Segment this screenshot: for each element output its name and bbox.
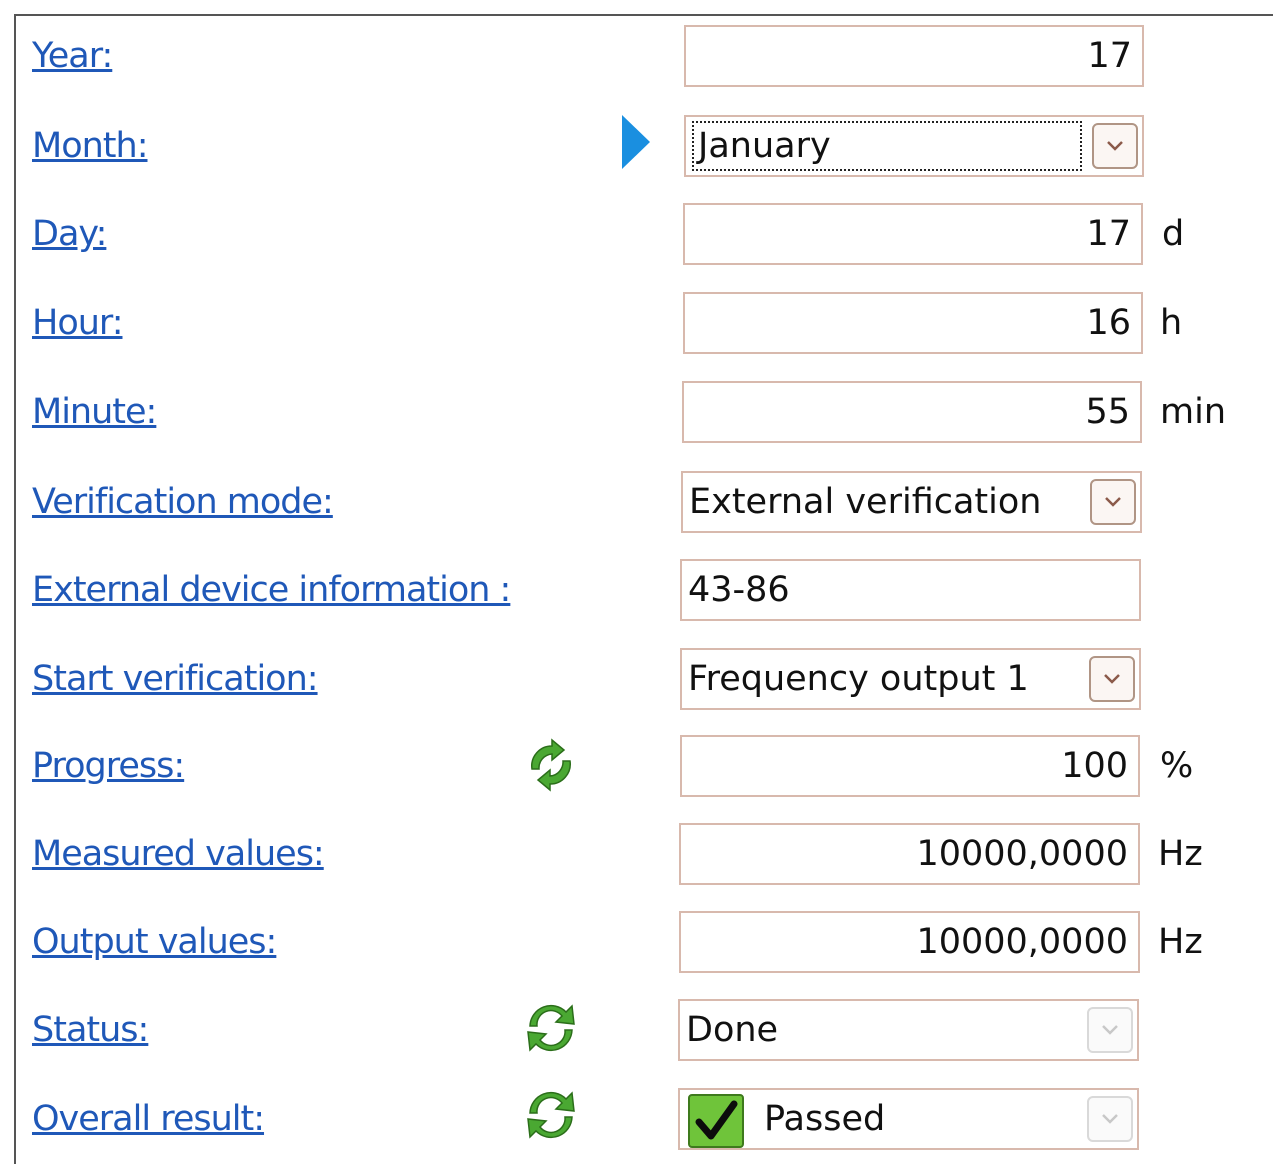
chevron-down-icon[interactable] [1090,479,1136,525]
row-status: Status: Done [0,996,1273,1064]
hour-label[interactable]: Hour: [32,303,123,343]
row-overall-result: Overall result: Passed [0,1085,1273,1153]
minute-label[interactable]: Minute: [32,392,157,432]
day-value: 17 [1086,214,1131,254]
month-select[interactable]: January [684,115,1144,177]
year-field[interactable]: 17 [684,25,1144,87]
start-verification-label[interactable]: Start verification: [32,659,319,699]
external-device-value: 43-86 [688,570,790,610]
progress-value: 100 [1061,746,1128,786]
refresh-icon[interactable] [522,998,580,1056]
month-label[interactable]: Month: [32,126,148,166]
status-value: Done [686,1010,779,1050]
day-field[interactable]: 17 [683,203,1143,265]
progress-label[interactable]: Progress: [32,746,185,786]
row-output-values: Output values: 10000,0000 Hz [0,908,1273,976]
row-external-device: External device information : 43-86 [0,556,1273,624]
row-minute: Minute: 55 min [0,378,1273,446]
start-verification-select[interactable]: Frequency output 1 [680,648,1141,710]
row-measured-values: Measured values: 10000,0000 Hz [0,820,1273,888]
year-label[interactable]: Year: [32,36,113,76]
measured-values-field[interactable]: 10000,0000 [679,823,1140,885]
overall-result-select: Passed [678,1088,1139,1150]
external-device-field[interactable]: 43-86 [680,559,1141,621]
row-start-verification: Start verification: Frequency output 1 [0,645,1273,713]
minute-unit: min [1160,392,1227,432]
verification-mode-select[interactable]: External verification [681,471,1142,533]
refresh-icon[interactable] [522,736,580,794]
status-label[interactable]: Status: [32,1010,149,1050]
row-progress: Progress: 100 % [0,732,1273,800]
verification-mode-value: External verification [689,482,1042,522]
chevron-down-icon [1087,1096,1133,1142]
day-unit: d [1162,214,1185,254]
measured-values-unit: Hz [1158,834,1203,874]
refresh-icon[interactable] [522,1085,580,1143]
start-verification-value: Frequency output 1 [688,659,1029,699]
hour-value: 16 [1086,303,1131,343]
output-values-label[interactable]: Output values: [32,922,277,962]
year-value: 17 [1087,36,1132,76]
overall-result-label[interactable]: Overall result: [32,1099,265,1139]
minute-value: 55 [1085,392,1130,432]
minute-field[interactable]: 55 [682,381,1142,443]
output-values-field[interactable]: 10000,0000 [679,911,1140,973]
row-verification-mode: Verification mode: External verification [0,468,1273,536]
verification-mode-label[interactable]: Verification mode: [32,482,334,522]
overall-result-value: Passed [764,1099,886,1139]
progress-field[interactable]: 100 [680,735,1140,797]
checkmark-icon [688,1094,744,1148]
status-select: Done [678,999,1139,1061]
progress-unit: % [1160,746,1194,786]
row-month: Month: January [0,112,1273,180]
external-device-label[interactable]: External device information : [32,570,511,610]
chevron-down-icon [1087,1007,1133,1053]
hour-unit: h [1160,303,1183,343]
output-values-unit: Hz [1158,922,1203,962]
measured-values-value: 10000,0000 [916,834,1128,874]
chevron-down-icon[interactable] [1092,123,1138,169]
chevron-down-icon[interactable] [1089,656,1135,702]
hour-field[interactable]: 16 [683,292,1143,354]
row-year: Year: 17 [0,22,1273,90]
output-values-value: 10000,0000 [916,922,1128,962]
row-hour: Hour: 16 h [0,289,1273,357]
focus-outline [692,121,1082,171]
day-label[interactable]: Day: [32,214,107,254]
row-day: Day: 17 d [0,200,1273,268]
measured-values-label[interactable]: Measured values: [32,834,325,874]
